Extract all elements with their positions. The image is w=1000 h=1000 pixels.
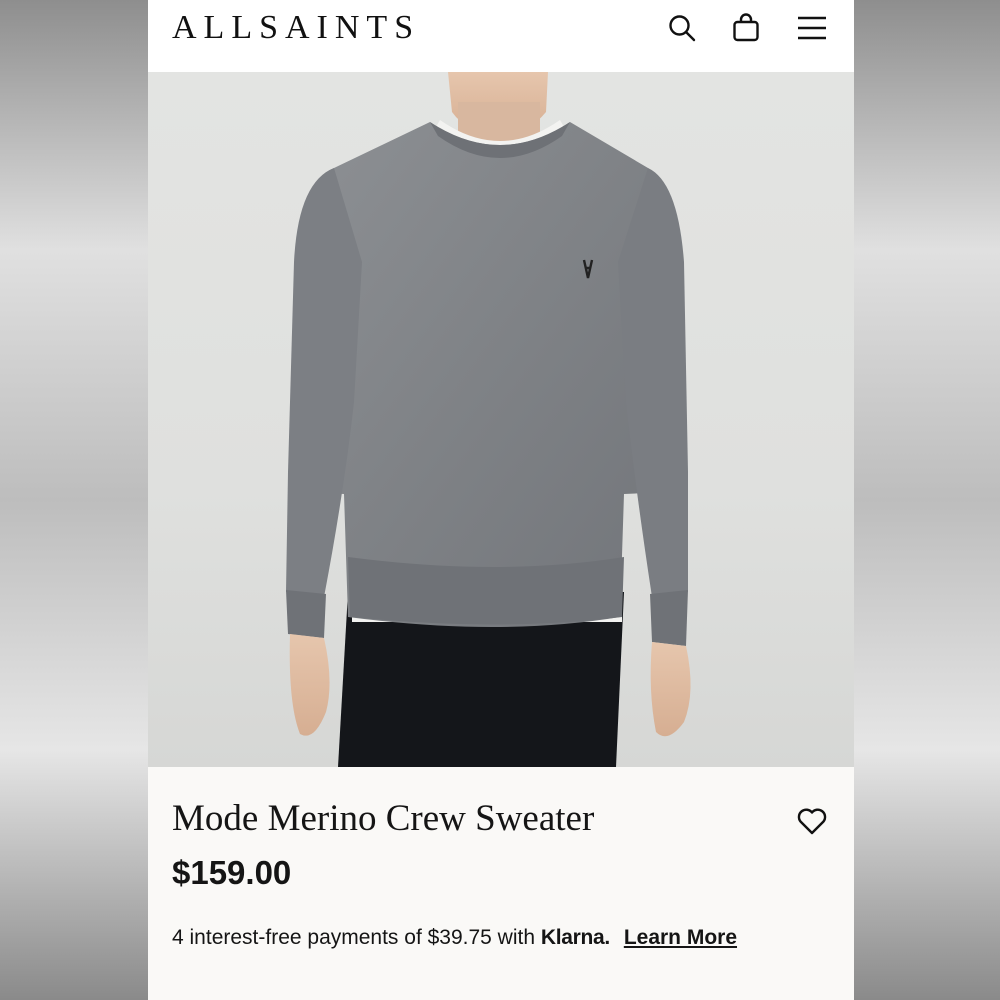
product-info: Mode Merino Crew Sweater $159.00 4 inter… <box>148 767 854 1000</box>
klarna-logo: Klarna. <box>540 926 610 949</box>
search-icon[interactable] <box>664 10 700 46</box>
product-title: Mode Merino Crew Sweater <box>172 798 595 839</box>
brand-logo[interactable]: ALLSAINTS <box>172 8 420 48</box>
hamburger-menu-icon[interactable] <box>794 10 830 46</box>
site-header: ALLSAINTS <box>148 0 854 72</box>
model-illustration <box>286 72 691 767</box>
klarna-payment-text: 4 interest-free payments of $39.75 with <box>172 926 536 949</box>
backdrop-left <box>0 0 148 1000</box>
backdrop-right <box>854 0 1000 1000</box>
screen-frame: ALLSAINTS Mode Merino Crew Sweater $159.… <box>0 0 1000 1000</box>
learn-more-link[interactable]: Learn More <box>624 926 737 949</box>
product-price: $159.00 <box>172 854 292 891</box>
shopping-bag-icon[interactable] <box>728 10 764 46</box>
heart-icon[interactable] <box>794 803 830 839</box>
product-image[interactable] <box>148 72 854 767</box>
klarna-payment-line: 4 interest-free payments of $39.75 with … <box>172 924 737 952</box>
product-page: ALLSAINTS Mode Merino Crew Sweater $159.… <box>148 0 854 1000</box>
